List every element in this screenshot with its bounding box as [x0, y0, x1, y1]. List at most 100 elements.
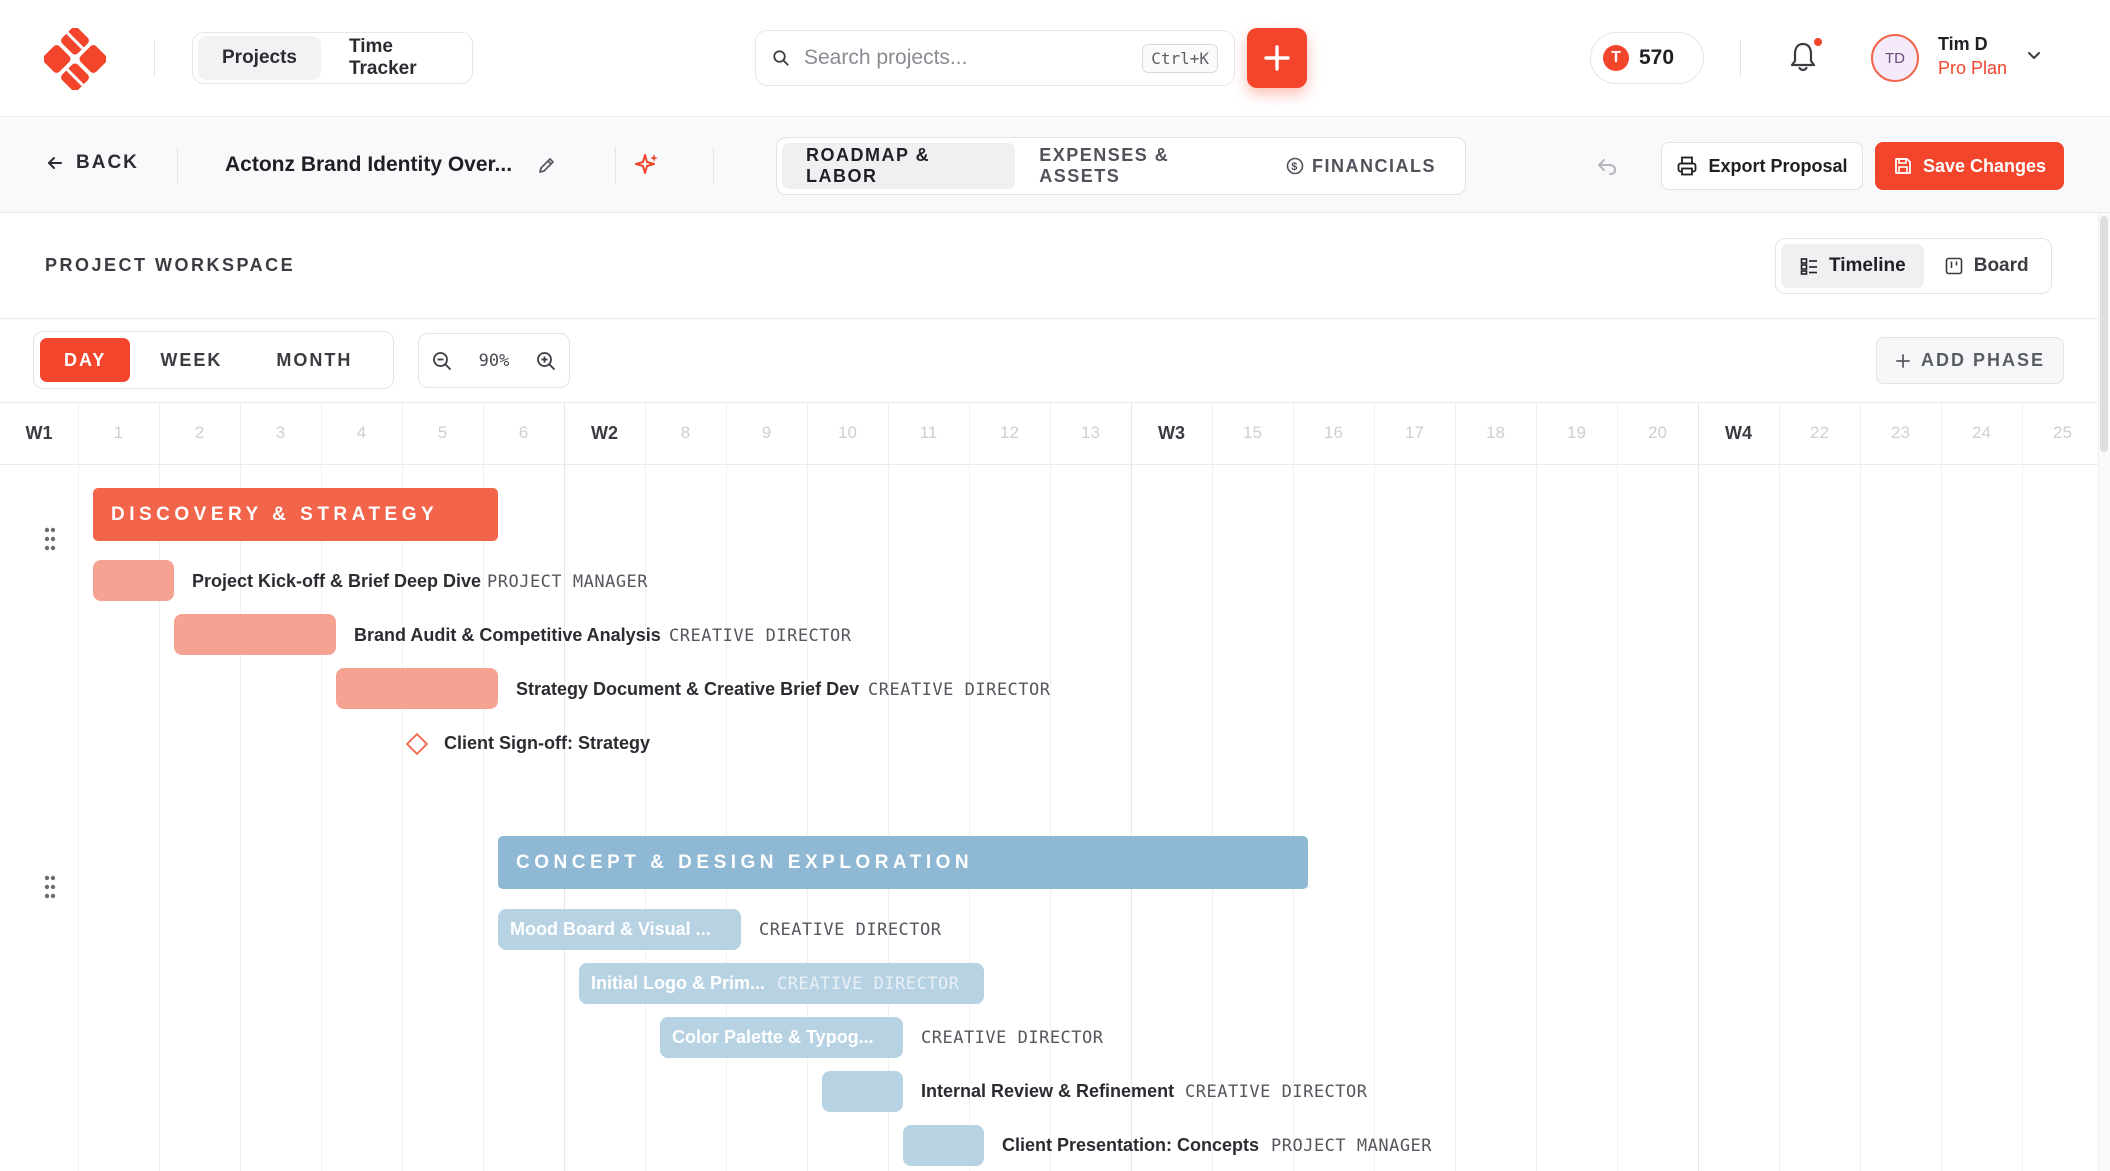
task-bar[interactable]: Mood Board & Visual ... [498, 909, 741, 950]
nav-tab-time-tracker[interactable]: Time Tracker [325, 36, 467, 80]
week-header: W3 [1158, 422, 1185, 443]
token-balance[interactable]: T 570 [1590, 32, 1704, 84]
divider [154, 40, 155, 76]
day-header: 13 [1081, 423, 1100, 442]
zoom-out-icon[interactable] [431, 350, 453, 372]
task-name: Mood Board & Visual ... [510, 919, 711, 939]
time-scale-switcher: DAY WEEK MONTH [33, 331, 394, 389]
day-header: 3 [275, 423, 286, 442]
task-role: CREATIVE DIRECTOR [777, 973, 960, 994]
nav-tab-projects[interactable]: Projects [198, 36, 321, 80]
view-timeline-label: Timeline [1829, 255, 1906, 276]
notification-dot [1814, 38, 1822, 46]
day-header: 9 [761, 423, 772, 442]
view-switcher: Timeline Board [1775, 238, 2052, 294]
search-icon [773, 50, 789, 66]
task-role: CREATIVE DIRECTOR [669, 626, 852, 646]
app-logo-icon[interactable] [44, 28, 106, 90]
drag-handle-icon[interactable] [44, 527, 56, 551]
day-header: 8 [680, 423, 691, 442]
add-phase-button[interactable]: ADD PHASE [1876, 337, 2064, 384]
divider [0, 464, 2098, 465]
day-header: 20 [1648, 423, 1667, 442]
day-header: 15 [1243, 423, 1262, 442]
day-column [1131, 402, 1212, 1171]
token-count: 570 [1639, 46, 1675, 69]
day-column [1698, 402, 1779, 1171]
task-name: Initial Logo & Prim... [591, 973, 766, 993]
task-role: PROJECT MANAGER [1271, 1136, 1433, 1156]
project-tabs: ROADMAP & LABOR EXPENSES & ASSETS $ FINA… [776, 137, 1466, 195]
day-column [1050, 402, 1131, 1171]
divider [1740, 40, 1741, 76]
user-plan: Pro Plan [1938, 58, 2008, 78]
scale-day[interactable]: DAY [40, 338, 131, 382]
scale-month[interactable]: MONTH [252, 338, 376, 382]
day-header: 17 [1405, 423, 1424, 442]
view-board[interactable]: Board [1926, 244, 2047, 288]
scale-week[interactable]: WEEK [136, 338, 246, 382]
task-name: Color Palette & Typog... [672, 1027, 874, 1047]
chevron-down-icon[interactable] [2026, 48, 2042, 64]
view-board-label: Board [1973, 255, 2029, 276]
sparkle-icon[interactable] [633, 151, 661, 179]
week-header: W2 [591, 422, 618, 443]
save-changes-label: Save Changes [1922, 155, 2047, 176]
export-proposal-button[interactable]: Export Proposal [1661, 142, 1863, 190]
day-column [1212, 402, 1293, 1171]
task-bar[interactable]: Initial Logo & Prim... CREATIVE DIRECTOR [579, 963, 984, 1004]
task-name: Internal Review & Refinement [921, 1081, 1175, 1101]
token-icon: T [1603, 45, 1629, 71]
phase-bar[interactable]: CONCEPT & DESIGN EXPLORATION [498, 836, 1308, 889]
tab-expenses-assets[interactable]: EXPENSES & ASSETS [1015, 143, 1262, 189]
day-column [1374, 402, 1455, 1171]
zoom-in-icon[interactable] [535, 350, 557, 372]
task-bar[interactable] [174, 614, 336, 655]
create-button[interactable] [1247, 28, 1307, 88]
user-name[interactable]: Tim D [1938, 34, 1988, 55]
task-bar[interactable] [336, 668, 498, 709]
save-changes-button[interactable]: Save Changes [1875, 142, 2064, 190]
task-bar[interactable] [93, 560, 174, 601]
tab-financials[interactable]: $ FINANCIALS [1262, 143, 1460, 189]
main-nav: Projects Time Tracker [192, 32, 473, 84]
drag-handle-icon[interactable] [44, 875, 56, 899]
day-header: 6 [518, 423, 529, 442]
day-column [1536, 402, 1617, 1171]
printer-icon [1678, 156, 1697, 176]
task-name: Client Presentation: Concepts [1002, 1135, 1260, 1155]
phase-bar[interactable]: DISCOVERY & STRATEGY [93, 488, 498, 541]
day-header: 23 [1891, 423, 1910, 442]
day-header: 25 [2053, 423, 2072, 442]
task-bar[interactable] [822, 1071, 903, 1112]
task-name: Project Kick-off & Brief Deep Dive [192, 571, 482, 591]
board-icon [1945, 257, 1963, 275]
day-header: 12 [1000, 423, 1019, 442]
pencil-icon[interactable] [537, 155, 557, 175]
scrollbar-thumb[interactable] [2100, 216, 2108, 452]
view-timeline[interactable]: Timeline [1781, 244, 1924, 288]
week-header: W1 [25, 422, 53, 443]
avatar[interactable]: TD [1871, 34, 1919, 82]
divider [615, 147, 616, 185]
notification-bell-icon[interactable] [1788, 40, 1818, 74]
undo-icon[interactable] [1596, 155, 1618, 177]
plus-icon [1896, 353, 1910, 368]
day-header: 11 [919, 423, 938, 442]
search-input[interactable]: Search projects... [804, 46, 1142, 70]
day-header: 18 [1486, 423, 1505, 442]
day-column [1617, 402, 1698, 1171]
divider [0, 318, 2098, 319]
project-title[interactable]: Actonz Brand Identity Over... [225, 153, 512, 177]
milestone-diamond-icon[interactable] [403, 730, 431, 758]
day-column [1860, 402, 1941, 1171]
day-header: 2 [194, 423, 205, 442]
tab-roadmap-labor[interactable]: ROADMAP & LABOR [782, 143, 1016, 189]
back-button[interactable]: BACK [46, 152, 139, 174]
day-column [969, 402, 1050, 1171]
task-bar[interactable] [903, 1125, 984, 1166]
day-column [2022, 402, 2103, 1171]
task-role: CREATIVE DIRECTOR [759, 920, 942, 940]
search-bar[interactable]: Search projects... Ctrl+K [755, 30, 1235, 86]
task-bar[interactable]: Color Palette & Typog... [660, 1017, 903, 1058]
